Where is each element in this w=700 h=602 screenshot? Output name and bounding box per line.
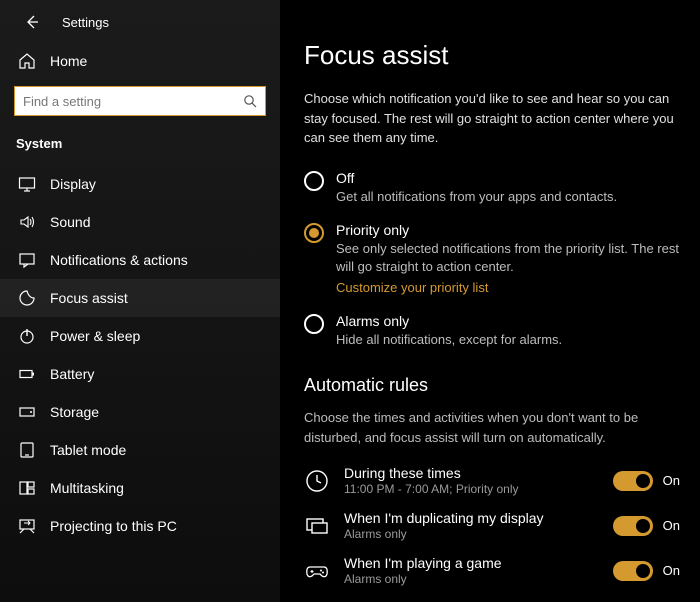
radio-priority-only[interactable]: Priority only See only selected notifica…: [304, 222, 680, 297]
radio-off[interactable]: Off Get all notifications from your apps…: [304, 170, 680, 206]
toggle-state-label: On: [663, 518, 680, 533]
sidebar: Settings Home System Display: [0, 0, 280, 602]
storage-icon: [18, 403, 36, 421]
customize-priority-link[interactable]: Customize your priority list: [336, 280, 488, 295]
sidebar-item-label: Projecting to this PC: [50, 518, 177, 534]
content-pane: Focus assist Choose which notification y…: [280, 0, 700, 602]
duplicate-display-icon: [304, 513, 330, 539]
sidebar-item-label: Power & sleep: [50, 328, 140, 344]
toggle-state-label: On: [663, 473, 680, 488]
rule-playing-game[interactable]: When I'm playing a game Alarms only On: [304, 555, 680, 586]
radio-subtitle: See only selected notifications from the…: [336, 240, 680, 276]
rule-toggle[interactable]: [613, 471, 653, 491]
arrow-left-icon: [24, 14, 40, 30]
power-icon: [18, 327, 36, 345]
radio-title: Priority only: [336, 222, 680, 238]
back-button[interactable]: [22, 12, 42, 32]
sidebar-item-projecting[interactable]: Projecting to this PC: [0, 507, 280, 545]
sidebar-item-battery[interactable]: Battery: [0, 355, 280, 393]
focus-assist-icon: [18, 289, 36, 307]
sidebar-item-label: Battery: [50, 366, 94, 382]
radio-icon: [304, 314, 324, 334]
sidebar-item-label: Sound: [50, 214, 90, 230]
automatic-rules-heading: Automatic rules: [304, 375, 680, 396]
sidebar-item-sound[interactable]: Sound: [0, 203, 280, 241]
search-icon: [243, 94, 257, 108]
rule-during-times[interactable]: During these times 11:00 PM - 7:00 AM; P…: [304, 465, 680, 496]
sidebar-item-display[interactable]: Display: [0, 165, 280, 203]
sidebar-item-label: Storage: [50, 404, 99, 420]
projecting-icon: [18, 517, 36, 535]
sidebar-item-power-sleep[interactable]: Power & sleep: [0, 317, 280, 355]
sidebar-item-label: Focus assist: [50, 290, 128, 306]
page-description: Choose which notification you'd like to …: [304, 89, 680, 148]
automatic-rules-description: Choose the times and activities when you…: [304, 408, 680, 447]
page-title: Focus assist: [304, 40, 680, 71]
rule-subtitle: Alarms only: [344, 572, 599, 586]
rule-title: During these times: [344, 465, 599, 481]
rule-subtitle: 11:00 PM - 7:00 AM; Priority only: [344, 482, 599, 496]
rule-duplicating-display[interactable]: When I'm duplicating my display Alarms o…: [304, 510, 680, 541]
sidebar-item-label: Display: [50, 176, 96, 192]
sidebar-item-label: Tablet mode: [50, 442, 126, 458]
app-title: Settings: [62, 15, 109, 30]
radio-subtitle: Hide all notifications, except for alarm…: [336, 331, 562, 349]
radio-icon: [304, 171, 324, 191]
display-icon: [18, 175, 36, 193]
radio-title: Alarms only: [336, 313, 562, 329]
notifications-icon: [18, 251, 36, 269]
rule-toggle[interactable]: [613, 516, 653, 536]
sidebar-item-tablet-mode[interactable]: Tablet mode: [0, 431, 280, 469]
sidebar-item-storage[interactable]: Storage: [0, 393, 280, 431]
home-label: Home: [50, 53, 87, 69]
sidebar-home[interactable]: Home: [0, 42, 280, 80]
clock-icon: [304, 468, 330, 494]
home-icon: [18, 52, 36, 70]
tablet-icon: [18, 441, 36, 459]
multitasking-icon: [18, 479, 36, 497]
toggle-state-label: On: [663, 563, 680, 578]
sidebar-item-multitasking[interactable]: Multitasking: [0, 469, 280, 507]
game-controller-icon: [304, 558, 330, 584]
sidebar-item-notifications[interactable]: Notifications & actions: [0, 241, 280, 279]
rule-title: When I'm playing a game: [344, 555, 599, 571]
radio-subtitle: Get all notifications from your apps and…: [336, 188, 617, 206]
sidebar-item-label: Multitasking: [50, 480, 124, 496]
radio-alarms-only[interactable]: Alarms only Hide all notifications, exce…: [304, 313, 680, 349]
radio-icon: [304, 223, 324, 243]
sidebar-nav: Display Sound Notifications & actions Fo…: [0, 165, 280, 545]
search-input-container[interactable]: [14, 86, 266, 116]
focus-mode-radio-group: Off Get all notifications from your apps…: [304, 170, 680, 350]
rule-title: When I'm duplicating my display: [344, 510, 599, 526]
sidebar-item-label: Notifications & actions: [50, 252, 188, 268]
battery-icon: [18, 365, 36, 383]
radio-title: Off: [336, 170, 617, 186]
sidebar-section-label: System: [0, 126, 280, 165]
rule-toggle[interactable]: [613, 561, 653, 581]
sidebar-item-focus-assist[interactable]: Focus assist: [0, 279, 280, 317]
search-input[interactable]: [23, 94, 243, 109]
sound-icon: [18, 213, 36, 231]
rule-subtitle: Alarms only: [344, 527, 599, 541]
